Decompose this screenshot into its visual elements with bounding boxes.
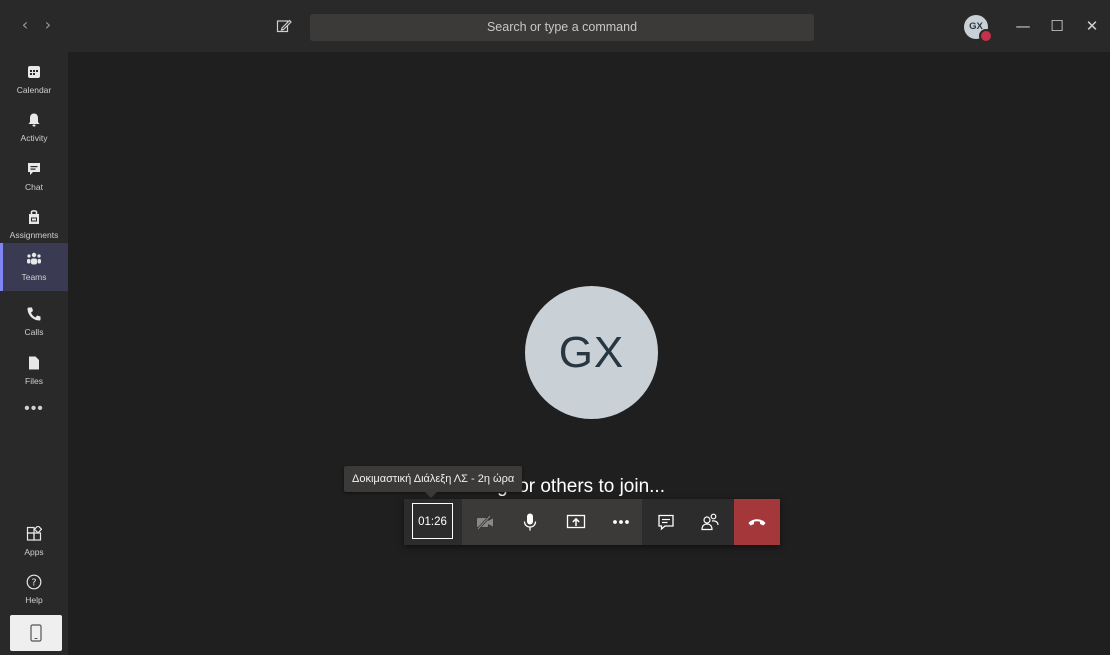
rail-label-teams: Teams [21,272,47,282]
rail-item-calendar[interactable]: Calendar [0,56,68,104]
participant-avatar: GX [525,286,658,419]
conversation-icon[interactable] [656,512,676,532]
more-apps-icon[interactable]: ••• [0,400,68,418]
bell-icon [28,113,40,127]
call-timer[interactable]: 01:26 [412,503,453,539]
forward-arrow-icon[interactable]: › [40,17,56,33]
hang-up-icon [748,519,766,526]
file-icon [29,356,39,370]
rail-item-assignments[interactable]: Assignments [0,201,68,249]
search-input[interactable]: Search or type a command [310,14,814,41]
rail-label-assignments: Assignments [9,230,59,240]
rail-label-calendar: Calendar [16,85,52,95]
rail-item-teams[interactable]: Teams [0,243,68,291]
presence-busy-icon [979,29,993,43]
rail-item-help[interactable]: ? Help [0,566,68,614]
compose-icon[interactable] [276,18,292,34]
back-arrow-icon[interactable]: ‹ [17,17,33,33]
rail-item-apps[interactable]: Apps [0,518,68,566]
teams-icon [27,252,41,265]
svg-text:?: ? [31,578,36,589]
assignments-icon [29,210,39,224]
share-screen-icon[interactable] [566,512,586,532]
rail-label-files: Files [25,376,43,386]
minimize-icon[interactable]: — [1011,14,1035,38]
call-control-bar: 01:26 [404,499,780,545]
rail-label-chat: Chat [25,182,43,192]
mobile-device-icon [30,624,42,642]
rail-item-chat[interactable]: Chat [0,153,68,201]
rail-label-apps: Apps [24,547,44,557]
waiting-status-text: Waiting for others to join... [444,476,665,497]
app-rail: Calendar Activity Chat Assignments Teams [0,52,68,655]
meeting-title-tooltip: Δοκιμαστική Διάλεξη ΛΣ - 2η ώρα [344,466,523,492]
rail-label-calls: Calls [24,327,44,337]
rail-label-help: Help [25,595,43,605]
close-icon[interactable]: ✕ [1080,14,1104,38]
rail-item-activity[interactable]: Activity [0,104,68,152]
maximize-icon[interactable]: ☐ [1045,14,1069,38]
microphone-icon[interactable] [520,512,540,532]
participants-icon[interactable] [700,512,720,532]
hang-up-button[interactable] [734,499,780,545]
mobile-device-button[interactable] [10,615,62,651]
phone-icon [27,307,41,321]
chat-icon [28,163,40,175]
rail-item-files[interactable]: Files [0,347,68,395]
help-icon: ? [26,574,42,590]
apps-icon [26,526,42,541]
camera-off-icon[interactable] [475,512,495,532]
rail-label-activity: Activity [20,133,48,143]
calendar-icon [28,66,40,78]
more-actions-icon[interactable] [611,512,631,532]
rail-item-calls[interactable]: Calls [0,298,68,346]
tooltip-arrow [425,492,437,498]
title-bar: ‹ › Search or type a command GX — ☐ ✕ [0,0,1110,52]
